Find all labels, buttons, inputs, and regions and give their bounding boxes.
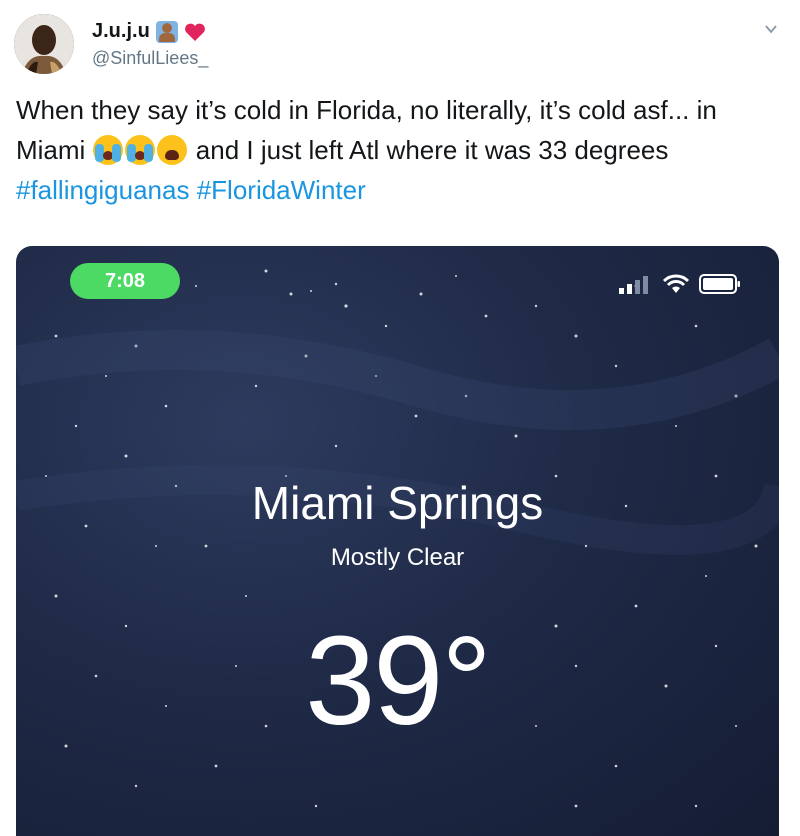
avatar[interactable] — [14, 14, 74, 74]
chevron-down-icon[interactable] — [764, 22, 778, 36]
hashtag-link[interactable]: #FloridaWinter — [197, 175, 366, 205]
temperature: 39° — [305, 610, 492, 751]
wifi-icon — [663, 274, 689, 293]
crying-face-icon — [92, 135, 123, 165]
tweet-text-part2: and I just left Atl where it was 33 degr… — [188, 135, 669, 165]
signal-icon — [619, 276, 648, 294]
red-heart-icon — [184, 23, 205, 41]
tweet-media-image[interactable]: 7:08 Miami Springs Mostly Clear 39° — [16, 246, 779, 836]
author-handle[interactable]: @SinfulLiees_ — [92, 48, 208, 69]
status-bar-icons — [619, 274, 741, 294]
status-bar-time: 7:08 — [70, 263, 180, 299]
tweet-header: J.u.j.u @SinfulLiees_ — [0, 0, 800, 90]
city-name: Miami Springs — [251, 477, 544, 529]
weary-face-icon — [156, 135, 187, 165]
author-name-text: J.u.j.u — [92, 20, 150, 42]
battery-icon — [699, 274, 740, 294]
tweet-text: When they say it’s cold in Florida, no l… — [16, 90, 786, 210]
weather-condition: Mostly Clear — [330, 544, 465, 571]
author-name[interactable]: J.u.j.u — [92, 20, 206, 43]
hashtag-link[interactable]: #fallingiguanas — [16, 175, 189, 205]
person-raising-hand-icon — [155, 20, 178, 43]
crying-face-icon — [124, 135, 155, 165]
